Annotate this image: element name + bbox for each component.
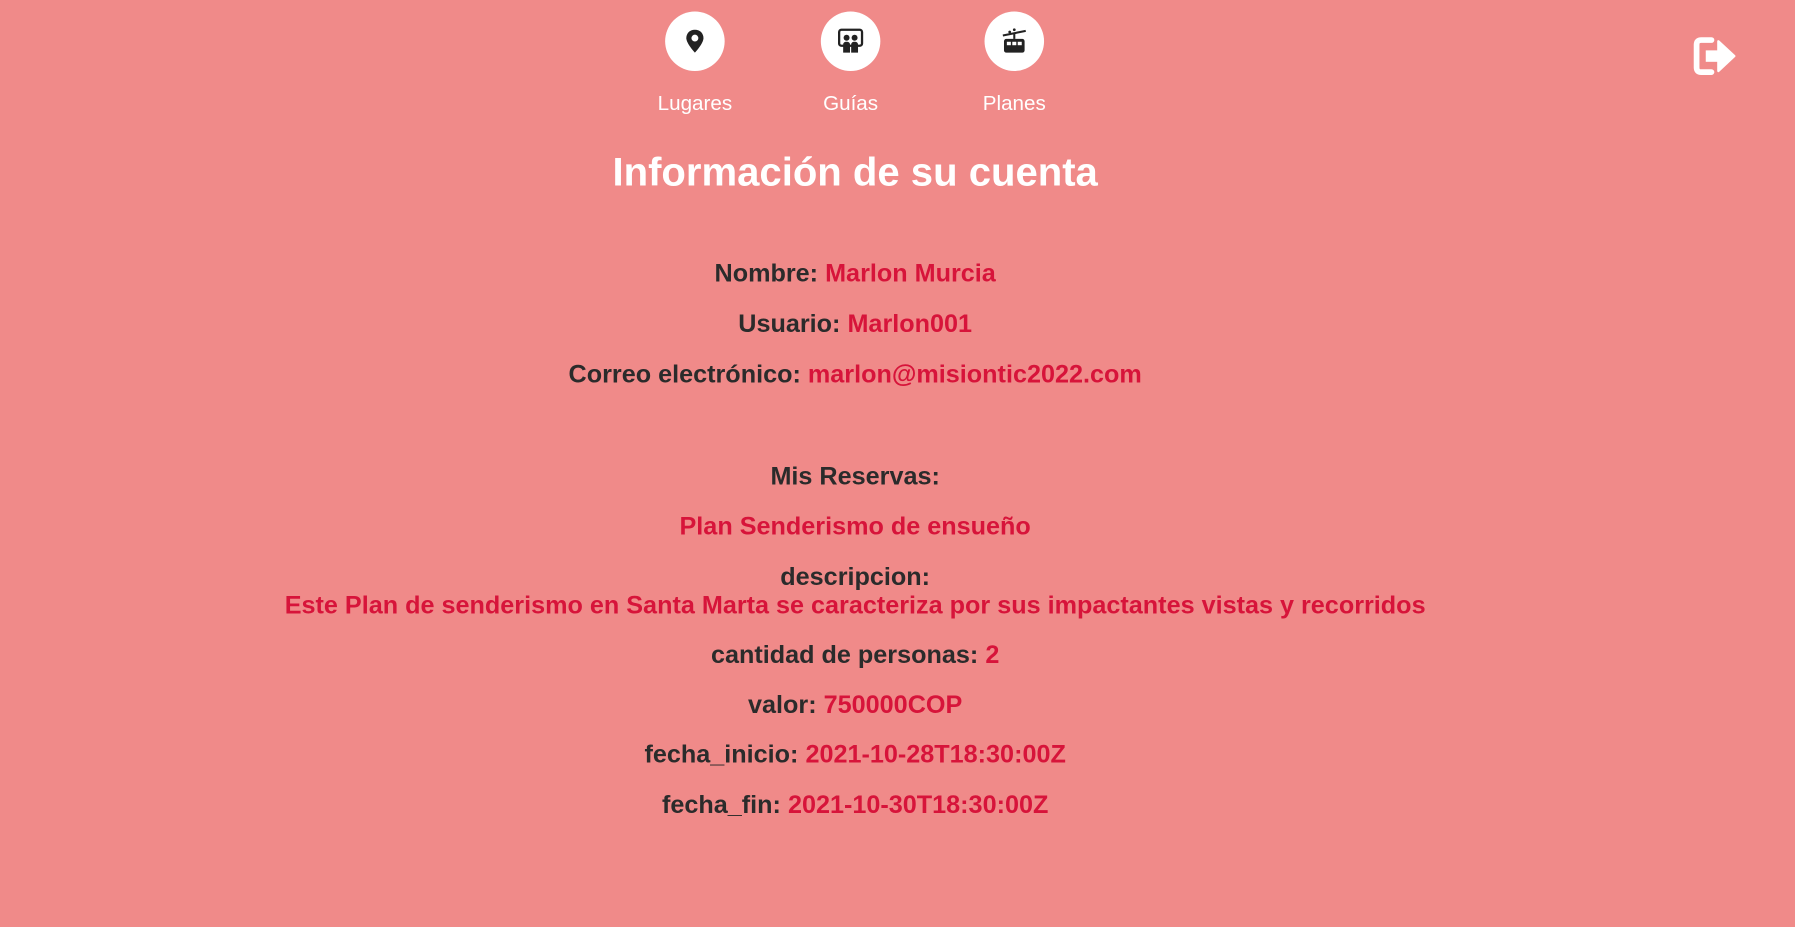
- nav-item-lugares[interactable]: Lugares: [643, 11, 746, 115]
- people-label: cantidad de personas:: [710, 639, 979, 669]
- start-date-label: fecha_inicio:: [644, 739, 799, 769]
- nav-label-guias[interactable]: Guías: [799, 92, 902, 116]
- start-date-value: 2021-10-28T18:30:00Z: [805, 739, 1066, 769]
- page-title: Información de su cuenta: [612, 149, 1098, 195]
- price-label: valor:: [748, 690, 817, 719]
- nav-label-planes[interactable]: Planes: [963, 92, 1066, 116]
- end-date-label: fecha_fin:: [661, 789, 781, 819]
- reservations-heading: Mis Reservas:: [770, 461, 940, 490]
- nav-item-guias[interactable]: Guías: [799, 11, 902, 115]
- nav-circle-planes[interactable]: [984, 11, 1045, 71]
- map-pin-icon: [686, 29, 704, 53]
- description-value: Este Plan de senderismo en Santa Marta s…: [284, 590, 1426, 620]
- cable-car-icon: [1002, 28, 1026, 53]
- user-label: Usuario:: [738, 309, 841, 338]
- plan-name-row: Plan Senderismo de ensueño: [0, 512, 1710, 542]
- nav-label-lugares[interactable]: Lugares: [643, 92, 746, 116]
- people-row: cantidad de personas: 2: [0, 640, 1710, 670]
- people-value: 2: [985, 639, 1000, 669]
- start-date-row: fecha_inicio: 2021-10-28T18:30:00Z: [0, 740, 1710, 770]
- name-value: Marlon Murcia: [825, 258, 996, 288]
- end-date-value: 2021-10-30T18:30:00Z: [787, 789, 1049, 819]
- description-label: descripcion:: [780, 562, 931, 591]
- description-value-row: Este Plan de senderismo en Santa Marta s…: [0, 591, 1710, 621]
- description-label-row: descripcion:: [0, 562, 1710, 592]
- user-value: Marlon001: [847, 309, 973, 338]
- nav-circle-guias[interactable]: [820, 11, 881, 71]
- email-row: Correo electrónico: marlon@misiontic2022…: [0, 359, 1710, 389]
- email-label: Correo electrónico:: [568, 359, 801, 389]
- guides-icon: [837, 28, 864, 53]
- page: Lugares Guías Planes Información de su c…: [0, 0, 1795, 927]
- logout-icon: [1693, 37, 1736, 75]
- plan-name: Plan Senderismo de ensueño: [679, 511, 1031, 541]
- reservations-heading-row: Mis Reservas:: [0, 461, 1710, 491]
- price-row: valor: 750000COP: [0, 690, 1710, 720]
- name-label: Nombre:: [714, 258, 819, 288]
- nav-circle-lugares[interactable]: [665, 11, 725, 71]
- email-value: marlon@misiontic2022.com: [807, 359, 1142, 389]
- name-row: Nombre: Marlon Murcia: [0, 259, 1710, 289]
- price-value: 750000COP: [823, 690, 963, 719]
- nav-item-planes[interactable]: Planes: [963, 11, 1066, 115]
- user-row: Usuario: Marlon001: [0, 309, 1710, 339]
- logout-button[interactable]: [1692, 34, 1738, 78]
- end-date-row: fecha_fin: 2021-10-30T18:30:00Z: [0, 790, 1710, 820]
